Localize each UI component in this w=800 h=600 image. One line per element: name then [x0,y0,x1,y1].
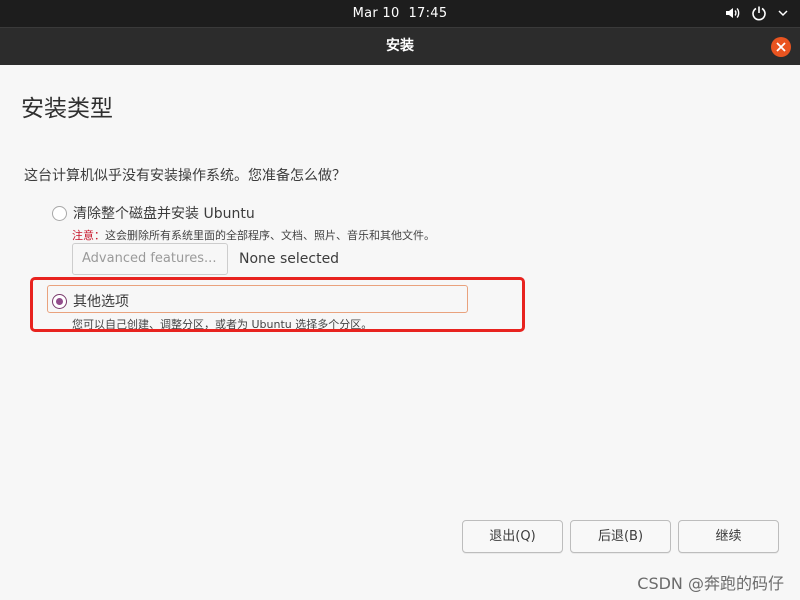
radio-erase-disk[interactable] [52,205,67,221]
option-erase-disk[interactable]: 清除整个磁盘并安装 Ubuntu [52,203,255,223]
watermark: CSDN @奔跑的码仔 [637,574,784,593]
window-title: 安装 [386,38,414,54]
clock-date: Mar 10 [352,6,400,21]
close-button[interactable] [771,37,791,57]
volume-icon[interactable] [724,5,742,21]
erase-disk-note-text: 这会删除所有系统里面的全部程序、文档、照片、音乐和其他文件。 [105,229,435,242]
chevron-down-icon[interactable] [778,5,788,21]
continue-button[interactable]: 继续 [678,520,779,553]
option-erase-disk-label: 清除整个磁盘并安装 Ubuntu [73,206,255,222]
clock[interactable]: Mar 10 17:45 [0,0,800,27]
advanced-features-button[interactable]: Advanced features... [72,243,228,275]
quit-button[interactable]: 退出(Q) [462,520,563,553]
clock-time: 17:45 [408,6,448,21]
install-question: 这台计算机似乎没有安装操作系统。您准备怎么做？ [24,168,346,184]
page-title: 安装类型 [21,96,113,122]
window-titlebar: 安装 [0,27,800,65]
back-button[interactable]: 后退(B) [570,520,671,553]
system-tray[interactable] [724,5,788,21]
advanced-status: None selected [239,251,340,267]
close-icon [776,42,786,52]
warning-label: 注意： [72,229,105,242]
annotation-highlight [30,277,525,332]
erase-disk-note: 注意：这会删除所有系统里面的全部程序、文档、照片、音乐和其他文件。 [72,227,435,243]
top-bar: Mar 10 17:45 [0,0,800,27]
power-icon[interactable] [751,5,769,21]
